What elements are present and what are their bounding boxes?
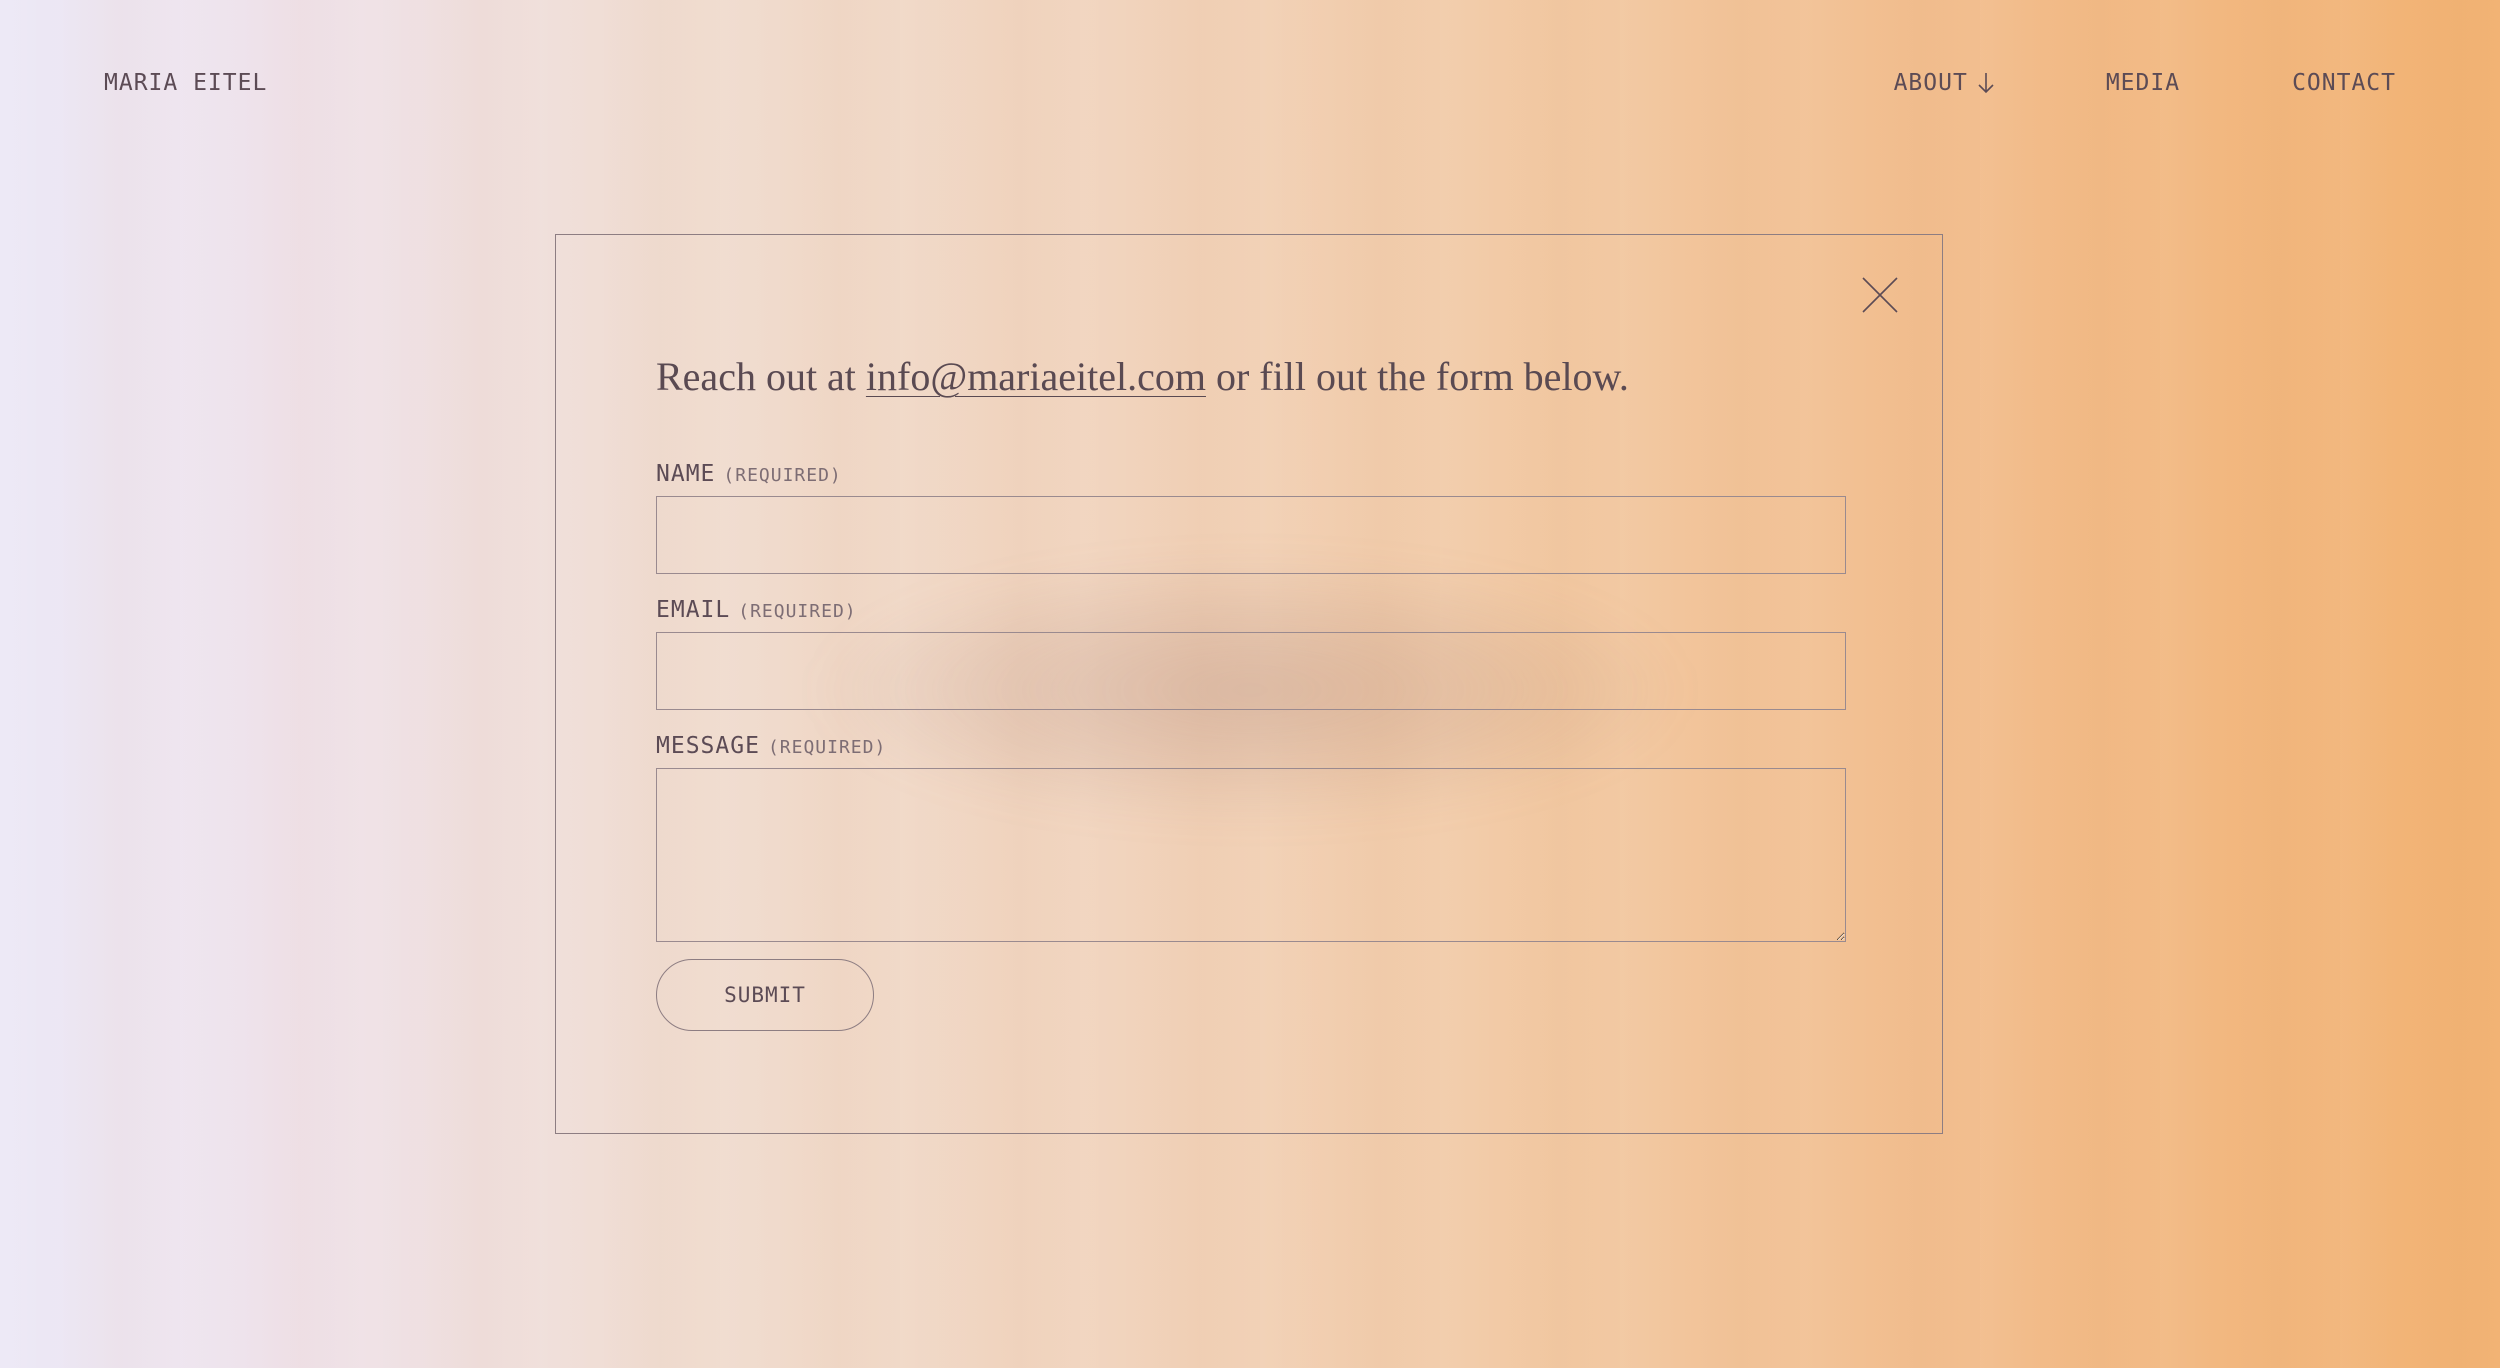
site-brand-link[interactable]: MARIA EITEL [104, 70, 267, 96]
main-nav: ABOUT MEDIA CONTACT [1894, 70, 2396, 96]
intro-prefix: Reach out at [656, 354, 856, 399]
name-label: NAME (REQUIRED) [656, 461, 842, 487]
nav-item-media[interactable]: MEDIA [2106, 70, 2180, 96]
name-input[interactable] [656, 496, 1846, 574]
email-link[interactable]: info@mariaeitel.com [866, 354, 1206, 399]
nav-item-about[interactable]: ABOUT [1894, 70, 1994, 96]
close-icon[interactable] [1860, 275, 1900, 315]
message-label: MESSAGE (REQUIRED) [656, 733, 886, 759]
name-label-text: NAME [656, 461, 716, 487]
contact-intro: Reach out at info@mariaeitel.com or fill… [656, 353, 1629, 400]
name-required-hint: (REQUIRED) [723, 465, 842, 486]
nav-item-about-label: ABOUT [1893, 70, 1968, 96]
email-label-text: EMAIL [656, 597, 731, 623]
message-textarea[interactable] [656, 768, 1846, 942]
email-input[interactable] [656, 632, 1846, 710]
submit-button[interactable]: SUBMIT [656, 959, 874, 1031]
intro-suffix: or fill out the form below. [1215, 354, 1629, 399]
message-required-hint: (REQUIRED) [767, 737, 887, 758]
contact-modal: Reach out at info@mariaeitel.com or fill… [555, 234, 1943, 1134]
nav-item-contact[interactable]: CONTACT [2292, 70, 2396, 96]
message-label-text: MESSAGE [656, 733, 760, 759]
email-label: EMAIL (REQUIRED) [656, 597, 857, 623]
email-required-hint: (REQUIRED) [738, 601, 857, 622]
arrow-down-icon [1978, 72, 1994, 94]
